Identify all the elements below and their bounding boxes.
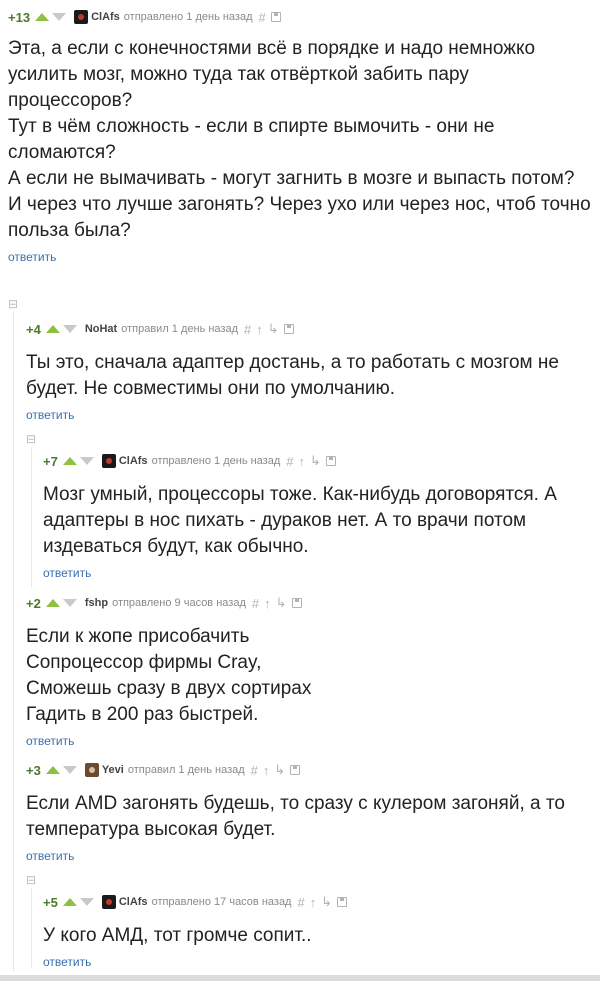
downvote-icon[interactable]: [79, 457, 94, 465]
comment-rating: +3: [26, 762, 41, 778]
comment: +2 fshp отправлено 9 часов назад # ↑ ↳ Е…: [26, 592, 592, 750]
thread-branch-icon[interactable]: ↳: [310, 453, 321, 469]
comment-text: Если AMD загонять будешь, то сразу с кул…: [26, 793, 565, 840]
comment-text: Если к жопе присобачить Сопроцессор фирм…: [26, 626, 312, 725]
comment: +3 Yevi отправил 1 день назад # ↑ ↳ Если…: [26, 759, 592, 865]
comment-rating: +13: [8, 9, 31, 25]
comment-text: Эта, а если с конечностями всё в порядке…: [8, 38, 591, 241]
comment-header: +3 Yevi отправил 1 день назад # ↑ ↳: [26, 759, 592, 781]
comment: +13 ClAfs отправлено 1 день назад # Эта,…: [8, 6, 592, 266]
thread-line: [31, 888, 32, 968]
comment-timestamp[interactable]: отправил 1 день назад: [128, 764, 245, 776]
save-icon[interactable]: [283, 324, 294, 334]
save-icon[interactable]: [290, 765, 301, 775]
reply-link[interactable]: ответить: [26, 734, 74, 748]
thread-branch-icon[interactable]: ↳: [268, 321, 279, 337]
comment-rating: +4: [26, 321, 41, 337]
comment-text: Мозг умный, процессоры тоже. Как-нибудь …: [43, 484, 557, 557]
upvote-icon[interactable]: [62, 898, 77, 906]
comment-header: +5 ClAfs отправлено 17 часов назад # ↑ ↳: [43, 891, 593, 913]
comment-author[interactable]: ClAfs: [119, 455, 148, 467]
avatar[interactable]: [84, 763, 99, 777]
save-icon[interactable]: [337, 897, 348, 907]
downvote-icon[interactable]: [52, 13, 67, 21]
parent-comment-icon[interactable]: ↑: [299, 454, 306, 469]
avatar[interactable]: [101, 895, 116, 909]
comment-timestamp[interactable]: отправлено 17 часов назад: [152, 896, 292, 908]
reply-link[interactable]: ответить: [26, 408, 74, 422]
comment-rating: +7: [43, 453, 58, 469]
upvote-icon[interactable]: [45, 766, 60, 774]
comment-header: +7 ClAfs отправлено 1 день назад # ↑ ↳: [43, 450, 593, 472]
reply-link[interactable]: ответить: [43, 955, 91, 969]
comment-timestamp[interactable]: отправлено 9 часов назад: [112, 597, 246, 609]
hash-link-icon[interactable]: #: [297, 895, 304, 910]
thread-line: [31, 447, 32, 587]
thread-branch-icon[interactable]: ↳: [321, 894, 332, 910]
thread-line: [13, 312, 14, 972]
collapse-icon[interactable]: ⊟: [8, 297, 18, 311]
comment: +7 ClAfs отправлено 1 день назад # ↑ ↳ М…: [43, 450, 593, 582]
hash-link-icon[interactable]: #: [252, 596, 259, 611]
hash-link-icon[interactable]: #: [244, 322, 251, 337]
collapse-icon[interactable]: ⊟: [26, 873, 36, 887]
hash-link-icon[interactable]: #: [259, 10, 266, 25]
comment-author[interactable]: NoHat: [85, 323, 117, 335]
comment-rating: +2: [26, 595, 41, 611]
reply-link[interactable]: ответить: [26, 849, 74, 863]
downvote-icon[interactable]: [62, 766, 77, 774]
comment-author[interactable]: ClAfs: [91, 11, 120, 23]
collapse-icon[interactable]: ⊟: [26, 432, 36, 446]
comment-author[interactable]: ClAfs: [119, 896, 148, 908]
upvote-icon[interactable]: [35, 13, 50, 21]
parent-comment-icon[interactable]: ↑: [264, 596, 271, 611]
save-icon[interactable]: [291, 598, 302, 608]
comment-author[interactable]: Yevi: [102, 764, 124, 776]
parent-comment-icon[interactable]: ↑: [310, 895, 317, 910]
save-icon[interactable]: [270, 12, 281, 22]
reply-link[interactable]: ответить: [43, 566, 91, 580]
thread-branch-icon[interactable]: ↳: [274, 762, 285, 778]
comment-timestamp[interactable]: отправил 1 день назад: [121, 323, 238, 335]
avatar[interactable]: [101, 454, 116, 468]
downvote-icon[interactable]: [79, 898, 94, 906]
comment-header: +2 fshp отправлено 9 часов назад # ↑ ↳: [26, 592, 592, 614]
reply-link[interactable]: ответить: [8, 250, 56, 264]
comment-author[interactable]: fshp: [85, 597, 108, 609]
parent-comment-icon[interactable]: ↑: [263, 763, 270, 778]
comment-header: +13 ClAfs отправлено 1 день назад #: [8, 6, 592, 28]
comment-text: У кого АМД, тот громче сопит..: [43, 925, 312, 946]
bottom-divider: [0, 975, 600, 981]
upvote-icon[interactable]: [45, 599, 60, 607]
comment: +5 ClAfs отправлено 17 часов назад # ↑ ↳…: [43, 891, 593, 971]
comment-header: +4 NoHat отправил 1 день назад # ↑ ↳: [26, 318, 592, 340]
avatar[interactable]: [74, 10, 89, 24]
save-icon[interactable]: [325, 456, 336, 466]
comment-timestamp[interactable]: отправлено 1 день назад: [124, 11, 253, 23]
hash-link-icon[interactable]: #: [251, 763, 258, 778]
downvote-icon[interactable]: [62, 325, 77, 333]
hash-link-icon[interactable]: #: [286, 454, 293, 469]
upvote-icon[interactable]: [45, 325, 60, 333]
comment-rating: +5: [43, 894, 58, 910]
comment-text: Ты это, сначала адаптер достань, а то ра…: [26, 352, 559, 399]
upvote-icon[interactable]: [62, 457, 77, 465]
downvote-icon[interactable]: [62, 599, 77, 607]
thread-branch-icon[interactable]: ↳: [276, 595, 287, 611]
parent-comment-icon[interactable]: ↑: [256, 322, 263, 337]
comment-timestamp[interactable]: отправлено 1 день назад: [152, 455, 281, 467]
comment: +4 NoHat отправил 1 день назад # ↑ ↳ Ты …: [26, 318, 592, 424]
